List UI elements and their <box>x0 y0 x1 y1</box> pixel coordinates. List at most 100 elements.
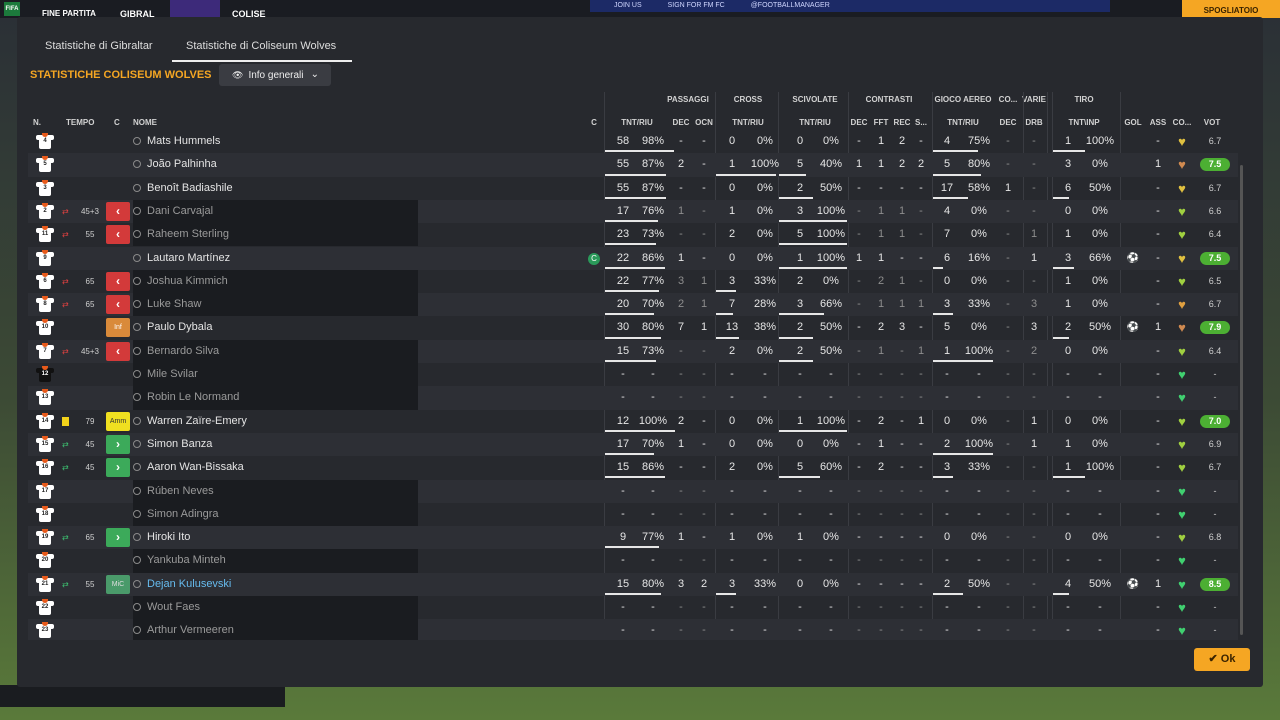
col-pass-dec[interactable]: DEC <box>673 118 690 127</box>
player-name[interactable]: Bernardo Silva <box>133 339 418 363</box>
sub-off-arrow-icon[interactable]: ‹ <box>106 201 130 221</box>
table-row[interactable]: 23 Arthur Vermeeren - - - - - - - - - - - - - - - - - - - ♥ - <box>28 619 1238 640</box>
table-row[interactable]: 13 Robin Le Normand - - - - - - - - - - - - - - - - - - - ♥ - <box>28 386 1238 410</box>
col-ass[interactable]: ASS <box>1150 118 1166 127</box>
table-row[interactable]: 5 João Palhinha 55 87% 2-1 100% 5 40% 1 1 2 2 5 80% - -… <box>28 153 1238 177</box>
col-condition[interactable]: CO... <box>1173 118 1192 127</box>
sub-off-arrow-icon[interactable]: ‹ <box>106 271 130 291</box>
player-name[interactable]: Dejan Kulusevski <box>133 573 231 596</box>
table-row[interactable]: 8 ⇄ 65 ‹ Luke Shaw 20 70% 2 1 7 28% 3 66% -1 1 1 3 33% -3 1… <box>28 293 1238 317</box>
table-row[interactable]: 15 ⇄ 45 › Simon Banza 17 70% 1-0 0% 0 0% -1- -2 100% -… <box>28 432 1238 457</box>
group-tiro[interactable]: TIRO <box>1074 95 1093 104</box>
condition-heart-icon: ♥ <box>1178 250 1186 266</box>
table-row[interactable]: 4 Mats Hummels 58 98% - -0 0% 0 0% -1 2-4 75% - -1 100… <box>28 130 1238 153</box>
player-name[interactable]: Arthur Vermeeren <box>133 619 418 640</box>
table-row[interactable]: 10 Inf Paulo Dybala 30 80% 7 1 13 38% 2 50% -2 3-5 0%… <box>28 316 1238 339</box>
col-c[interactable]: C <box>114 118 120 127</box>
player-name[interactable]: Aaron Wan-Bissaka <box>133 456 244 479</box>
table-row[interactable]: 2 ⇄ 45+3 ‹ Dani Carvajal 17 76% 1-1 0% 3 100% -1 1-4… <box>28 199 1238 224</box>
sub-on-arrow-icon[interactable]: › <box>106 434 130 454</box>
dressing-room-button[interactable]: SPOGLIATOIO <box>1182 0 1280 18</box>
position-badge[interactable]: Amm <box>106 411 130 431</box>
table-row[interactable]: 6 ⇄ 65 ‹ Joshua Kimmich 22 77% 3 1 3 33% 2 0% -2 1-0 0%… <box>28 269 1238 294</box>
sub-off-arrow-icon[interactable]: ‹ <box>106 225 130 245</box>
player-name[interactable]: João Palhinha <box>133 153 217 176</box>
position-badge[interactable]: MiC <box>106 574 130 594</box>
col-contr-rec[interactable]: REC <box>894 118 911 127</box>
col-contr-fft[interactable]: FFT <box>874 118 889 127</box>
group-contrasti[interactable]: CONTRASTI <box>866 95 913 104</box>
table-row[interactable]: 11 ⇄ 55 ‹ Raheem Sterling 23 73% - -2 0% 5 100% -1 1-… <box>28 223 1238 247</box>
player-name[interactable]: Mile Svilar <box>133 363 418 387</box>
col-gol[interactable]: GOL <box>1124 118 1141 127</box>
col-nome[interactable]: NOME <box>133 118 157 127</box>
table-row[interactable]: 20 Yankuba Minteh - - - - - - - - - - - - - - - - - - - ♥ - <box>28 549 1238 573</box>
col-tempo[interactable]: TEMPO <box>66 118 94 127</box>
player-name[interactable]: Robin Le Normand <box>133 386 418 410</box>
player-name[interactable]: Hiroki Ito <box>133 526 190 549</box>
view-dropdown[interactable]: 👁 Info generali ⌄ <box>219 64 331 86</box>
player-name[interactable]: Lautaro Martínez <box>133 247 230 270</box>
pass-accuracy-bar <box>605 266 665 269</box>
table-row[interactable]: 18 Simon Adingra - - - - - - - - - - - - - - - - - - - ♥ - <box>28 502 1238 527</box>
player-name[interactable]: Luke Shaw <box>133 293 418 317</box>
col-n[interactable]: N. <box>33 118 41 127</box>
table-row[interactable]: 12 Mile Svilar - - - - - - - - - - - - - - - - - - - ♥ - <box>28 363 1238 387</box>
sub-on-arrow-icon[interactable]: › <box>106 458 130 478</box>
assists: - <box>1156 624 1160 637</box>
group-scivolate[interactable]: SCIVOLATE <box>792 95 837 104</box>
tackle-success-bar <box>779 266 847 269</box>
player-name[interactable]: Mats Hummels <box>133 130 220 153</box>
person-icon <box>133 370 141 379</box>
shots-on-target: 0% <box>1092 344 1108 357</box>
table-row[interactable]: 14 79 Amm Warren Zaïre-Emery 12 100% 2-0 0% 1 100… <box>28 410 1238 433</box>
col-pass-ocn[interactable]: OCN <box>695 118 713 127</box>
col-pass-tntriu[interactable]: TNT/RIU <box>621 118 653 127</box>
col-sciv-tntriu[interactable]: TNT/RIU <box>799 118 831 127</box>
table-row[interactable]: 9 Lautaro Martínez C 22 86% 1-0 0% 1 100% 1 1- -6 16… <box>28 246 1238 270</box>
scrollbar[interactable] <box>1240 165 1243 635</box>
player-name[interactable]: Simon Banza <box>133 433 212 456</box>
table-row[interactable]: 16 ⇄ 45 › Aaron Wan-Bissaka 15 86% - -2 0% 5 60% -2-… <box>28 456 1238 479</box>
sub-off-arrow-icon[interactable]: ‹ <box>106 295 130 315</box>
player-name[interactable]: Joshua Kimmich <box>133 269 418 294</box>
col-cross-tntriu[interactable]: TNT/RIU <box>732 118 764 127</box>
tab-coliseum-stats[interactable]: Statistiche di Coliseum Wolves <box>186 40 336 62</box>
table-row[interactable]: 22 Wout Faes - - - - - - - - - - - - - - - - - - - ♥ - <box>28 596 1238 620</box>
table-row[interactable]: 3 Benoît Badiashile 55 87% - -0 0% 2 50% - - - -17 58… <box>28 177 1238 200</box>
player-name[interactable]: Paulo Dybala <box>133 316 212 339</box>
player-name[interactable]: Raheem Sterling <box>133 223 418 247</box>
col-contr-dec[interactable]: DEC <box>851 118 868 127</box>
tab-gibraltar-stats[interactable]: Statistiche di Gibraltar <box>45 40 153 52</box>
col-contr-s[interactable]: S... <box>915 118 927 127</box>
table-row[interactable]: 17 Rúben Neves - - - - - - - - - - - - - - - - - - - ♥ - <box>28 479 1238 503</box>
group-passaggi[interactable]: PASSAGGI <box>667 95 709 104</box>
group-varie[interactable]: VARIE <box>1022 95 1046 104</box>
table-row[interactable]: 19 ⇄ 65 › Hiroki Ito 9 77% 1-1 0% 1 0% - - - -0 0% - -0 0%… <box>28 526 1238 550</box>
col-varie-drb[interactable]: DRB <box>1025 118 1042 127</box>
group-cross[interactable]: CROSS <box>734 95 762 104</box>
player-name-text: Yankuba Minteh <box>147 554 226 567</box>
col-c-captain[interactable]: C <box>591 118 597 127</box>
group-gioco-aereo[interactable]: GIOCO AEREO <box>934 95 991 104</box>
col-co-dec[interactable]: DEC <box>1000 118 1017 127</box>
sub-off-arrow-icon[interactable]: ‹ <box>106 341 130 361</box>
col-aereo-tntriu[interactable]: TNT/RIU <box>947 118 979 127</box>
table-row[interactable]: 7 ⇄ 45+3 ‹ Bernardo Silva 15 73% - -2 0% 2 50% -1-1 1… <box>28 339 1238 363</box>
position-badge[interactable]: Inf <box>106 318 130 338</box>
player-name[interactable]: Warren Zaïre-Emery <box>133 410 247 433</box>
player-name[interactable]: Dani Carvajal <box>133 199 418 224</box>
player-name[interactable]: Simon Adingra <box>133 502 418 527</box>
player-name[interactable]: Yankuba Minteh <box>133 549 418 573</box>
ok-button[interactable]: ✔ Ok <box>1194 648 1250 671</box>
col-vot[interactable]: VOT <box>1204 118 1220 127</box>
table-row[interactable]: 21 ⇄ 55 MiC Dejan Kulusevski 15 80% 3 2 3 33% 0 0% - -… <box>28 572 1238 596</box>
player-name[interactable]: Rúben Neves <box>133 479 418 503</box>
player-name[interactable]: Benoît Badiashile <box>133 177 233 200</box>
tackle-success-bar <box>779 196 813 199</box>
co-dec: - <box>1006 228 1010 241</box>
group-co[interactable]: CO... <box>999 95 1018 104</box>
sub-on-arrow-icon[interactable]: › <box>106 528 130 548</box>
player-name[interactable]: Wout Faes <box>133 596 418 620</box>
col-tiro-tntinp[interactable]: TNT\INP <box>1068 118 1099 127</box>
